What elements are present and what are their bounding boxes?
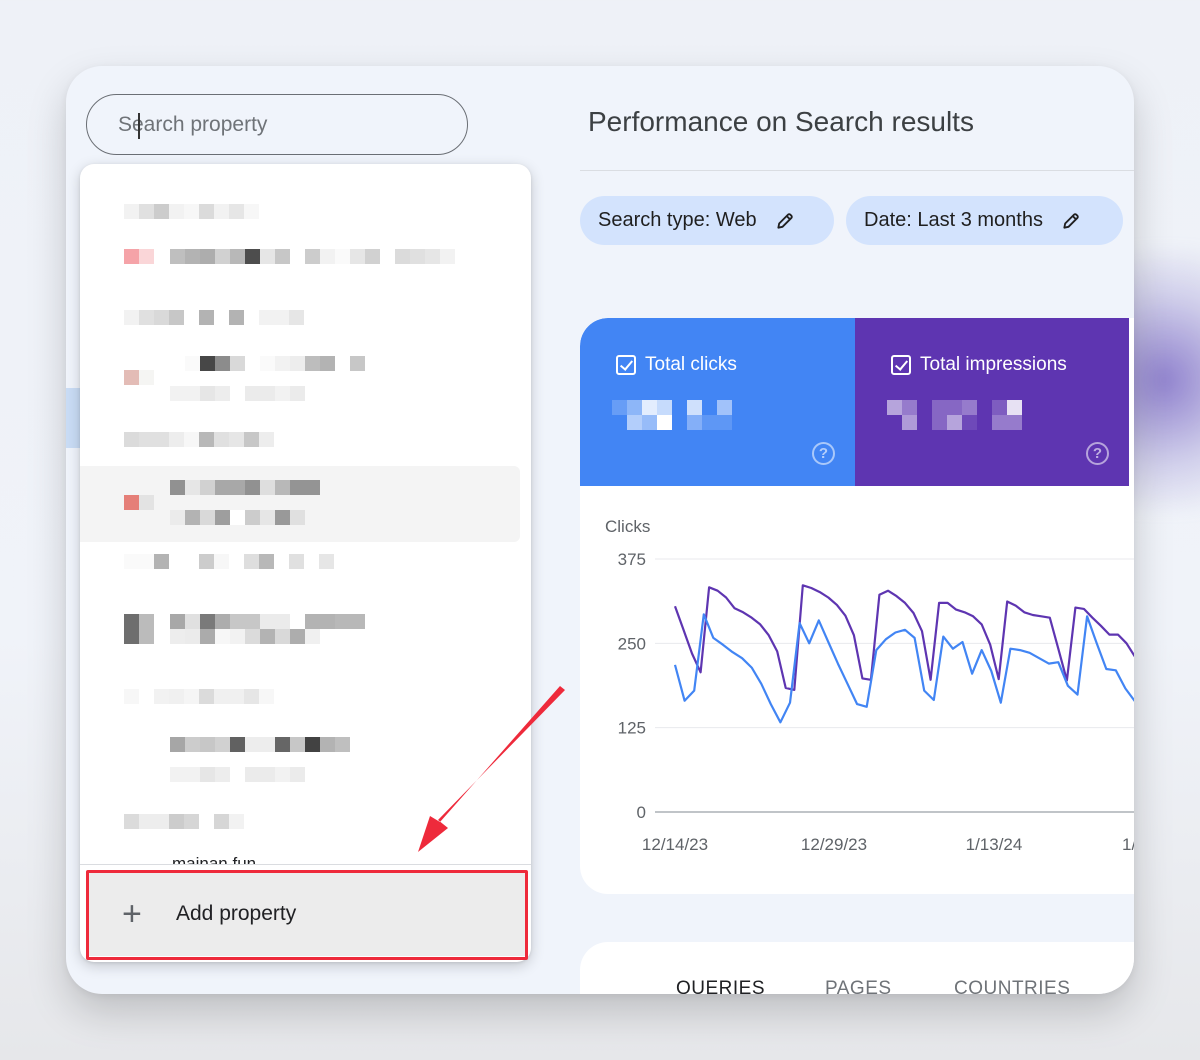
pencil-icon xyxy=(1063,212,1079,229)
add-property-label: Add property xyxy=(176,902,297,925)
property-group-label xyxy=(80,554,520,574)
group-label-redacted xyxy=(124,310,304,325)
metric-value-redacted xyxy=(887,400,1022,430)
property-group-label xyxy=(80,432,520,452)
filter-chip-label: Date: Last 3 months xyxy=(864,209,1043,231)
property-subtitle-redacted xyxy=(170,629,320,644)
metric-total-impressions[interactable]: Total impressions ? xyxy=(855,318,1129,486)
search-property-input[interactable] xyxy=(118,112,467,137)
property-item[interactable] xyxy=(80,466,520,542)
y-tick-label: 0 xyxy=(637,803,646,822)
property-subtitle-redacted xyxy=(170,767,305,782)
series-line-total-clicks xyxy=(673,613,1134,724)
tab-pages[interactable]: PAGES xyxy=(825,978,892,994)
x-tick-label: 12/29/23 xyxy=(801,835,867,854)
checkbox-checked-icon[interactable] xyxy=(616,355,636,375)
property-name-redacted xyxy=(170,480,320,495)
metric-label: Total impressions xyxy=(920,354,1067,375)
y-axis-label: Clicks xyxy=(605,517,650,536)
app-window: mainan.fun + Add property Performance on… xyxy=(66,66,1134,994)
site-favicon-icon xyxy=(124,614,154,644)
property-item[interactable] xyxy=(80,249,520,269)
property-subtitle-redacted xyxy=(170,510,305,525)
metric-label: Total clicks xyxy=(645,354,737,375)
x-tick-label: 12/14/23 xyxy=(642,835,708,854)
metric-total-clicks[interactable]: Total clicks ? xyxy=(580,318,855,486)
property-name-redacted xyxy=(170,356,365,371)
help-icon[interactable]: ? xyxy=(1086,442,1109,465)
property-name-redacted xyxy=(170,249,455,264)
search-property-field[interactable] xyxy=(86,94,468,155)
filter-chip-date[interactable]: Date: Last 3 months xyxy=(846,196,1123,245)
site-favicon-icon xyxy=(124,495,154,510)
x-tick-label: 1/13/24 xyxy=(966,835,1023,854)
property-group-label xyxy=(80,310,520,330)
property-name-redacted xyxy=(170,614,365,629)
property-dropdown: mainan.fun + Add property xyxy=(80,164,531,962)
tab-queries[interactable]: QUERIES xyxy=(676,978,765,994)
y-tick-label: 375 xyxy=(618,550,646,569)
help-icon[interactable]: ? xyxy=(812,442,835,465)
y-tick-label: 250 xyxy=(618,634,646,653)
property-name-redacted xyxy=(170,737,350,752)
site-favicon-icon xyxy=(124,370,154,385)
group-label-redacted xyxy=(124,204,259,219)
metric-value-redacted xyxy=(612,400,732,430)
group-label-redacted xyxy=(124,554,334,569)
property-group-label xyxy=(80,814,520,834)
series-line-total-impressions xyxy=(673,584,1134,691)
checkbox-checked-icon[interactable] xyxy=(891,355,911,375)
title-divider xyxy=(580,170,1134,171)
y-tick-label: 125 xyxy=(618,719,646,738)
performance-card: Total clicks ? Total impressions ? Click… xyxy=(580,318,1134,894)
filter-chip-search-type[interactable]: Search type: Web xyxy=(580,196,834,245)
property-item[interactable] xyxy=(80,356,520,401)
plus-icon: + xyxy=(122,895,142,933)
property-group-label xyxy=(80,204,520,224)
chart-svg: Clicks 0 125 250 375 12/14/23 12/29/23 1/13/2… xyxy=(605,517,1134,854)
group-label-redacted xyxy=(124,432,274,447)
site-favicon-icon xyxy=(124,249,154,264)
group-label-redacted xyxy=(124,689,274,704)
property-list[interactable] xyxy=(80,164,531,864)
page-title: Performance on Search results xyxy=(588,106,974,137)
pencil-icon xyxy=(777,212,793,229)
add-property-button[interactable]: + Add property xyxy=(86,872,526,956)
property-group-label xyxy=(80,689,520,709)
tab-countries[interactable]: COUNTRIES xyxy=(954,978,1070,994)
text-caret xyxy=(138,113,140,139)
details-card: QUERIES PAGES COUNTRIES xyxy=(580,942,1134,994)
group-label-redacted xyxy=(124,814,244,829)
performance-chart: Clicks 0 125 250 375 12/14/23 12/29/23 1/13/2… xyxy=(580,486,1134,894)
x-tick-label: 1/ xyxy=(1122,835,1134,854)
filter-chip-label: Search type: Web xyxy=(598,209,757,231)
property-item[interactable] xyxy=(80,614,520,644)
dropdown-divider xyxy=(80,864,531,865)
property-item[interactable] xyxy=(80,737,520,782)
property-subtitle-redacted xyxy=(170,386,305,401)
property-item-partial[interactable]: mainan.fun xyxy=(172,852,256,864)
